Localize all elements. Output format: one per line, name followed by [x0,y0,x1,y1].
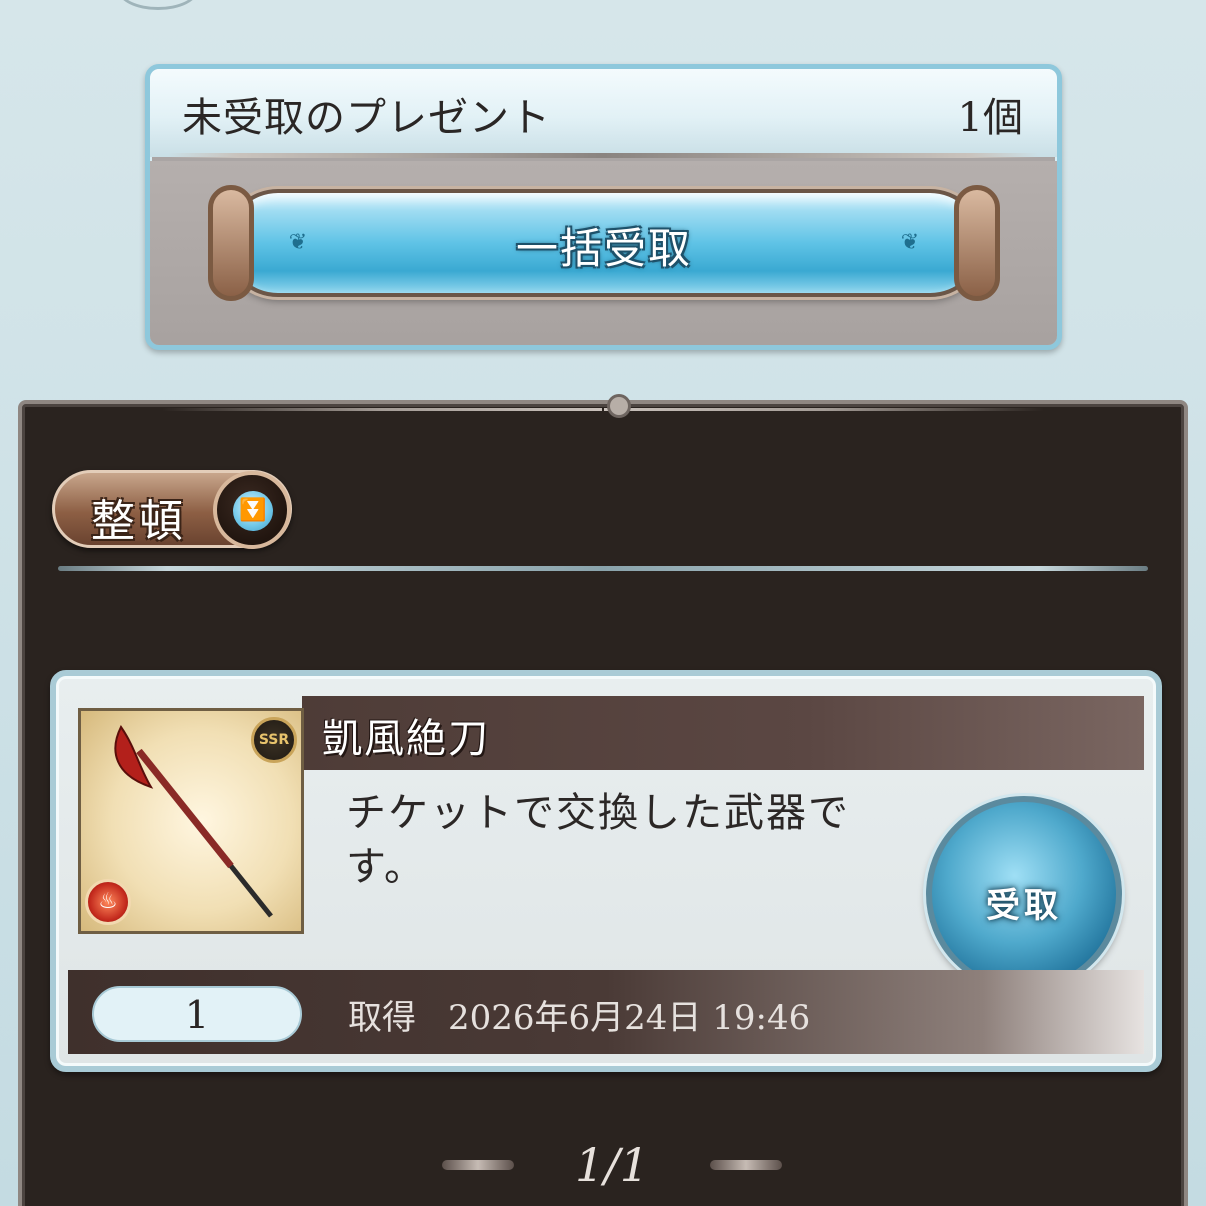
next-page-arrow-icon[interactable] [710,1160,782,1170]
sort-button[interactable]: 整頓 ⏬ [52,470,292,549]
item-title-bar: 凱風絶刀 [302,696,1144,770]
crest-line [162,408,602,411]
sort-toggle[interactable]: ⏬ [213,471,291,549]
item-description: チケットで交換した武器です。 [346,790,850,890]
pagination: 1/1 [442,1134,782,1204]
rarity-badge: SSR [251,717,297,763]
received-date: 2026年6月24日 19:46 [448,998,811,1038]
claim-all-button[interactable]: ❦ ❦ 一括受取 [208,185,1000,301]
weapon-thumbnail[interactable]: SSR ♨ [78,708,304,934]
double-chevron-down-icon: ⏬ [233,491,273,531]
item-footer: 1 取得 2026年6月24日 19:46 [56,944,1156,1066]
crest-ornament-icon [607,394,631,418]
top-corner-ornament [118,0,198,10]
list-divider [58,566,1148,571]
item-quantity: 1 [92,986,302,1042]
summary-divider [168,153,1039,158]
fire-element-icon: ♨ [85,879,131,925]
sort-label: 整頓 [91,496,187,547]
present-summary-panel: 未受取のプレゼント 1個 ❦ ❦ 一括受取 [145,64,1062,350]
present-list-panel: 整頓 ⏬ 凱風絶刀 SSR ♨ チケットで交換した武器です。 受取 1 取得 2… [18,394,1188,1206]
unclaimed-presents-count: 1個 [957,95,1023,141]
receive-button-label: 受取 [986,886,1062,926]
present-item-card: 凱風絶刀 SSR ♨ チケットで交換した武器です。 受取 1 取得 2026年6… [50,670,1162,1072]
claim-all-label: 一括受取 [515,224,692,273]
received-label: 取得 [348,998,416,1038]
item-name: 凱風絶刀 [322,716,490,762]
summary-header: 未受取のプレゼント 1個 [150,69,1057,157]
crest-line [604,408,1044,411]
unclaimed-presents-label: 未受取のプレゼント [182,95,551,141]
